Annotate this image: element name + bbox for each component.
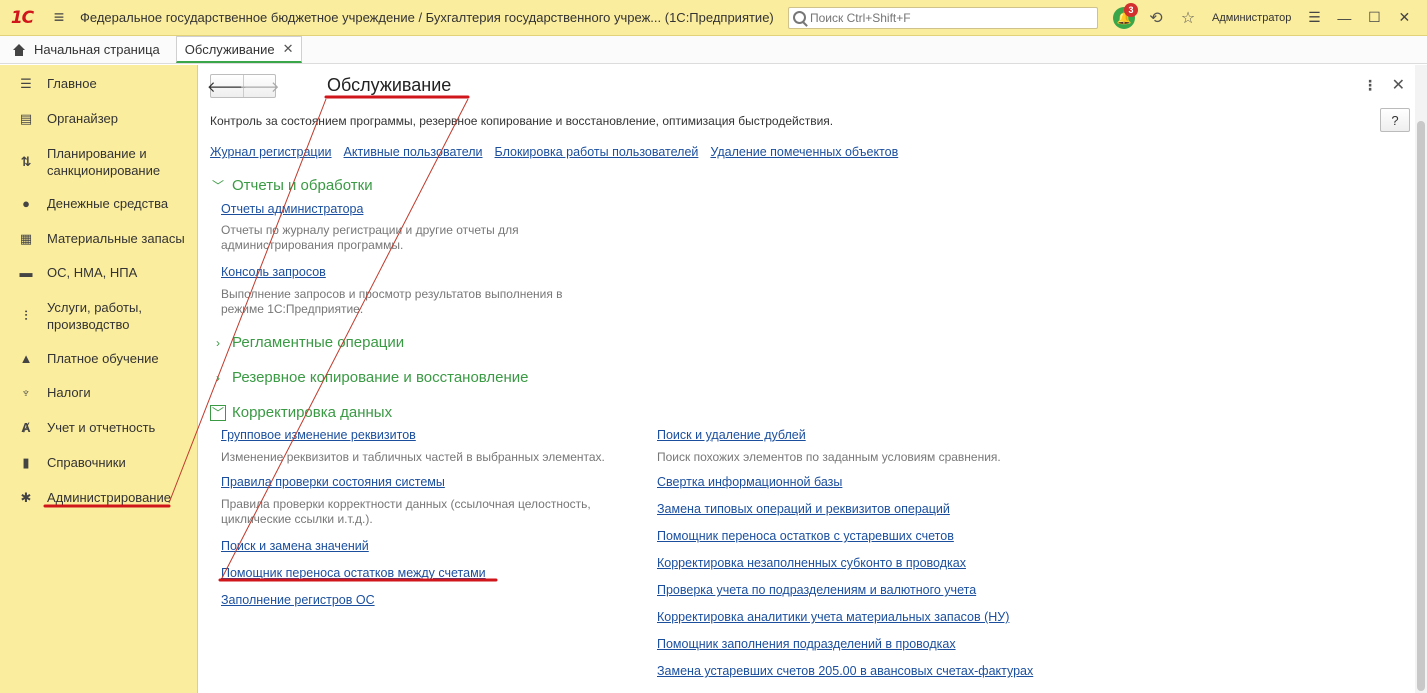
link-lock-users[interactable]: Блокировка работы пользователей <box>495 145 699 159</box>
sidebar-item-administration[interactable]: ✱ Администрирование <box>0 489 171 506</box>
link-fix-material-analytics[interactable]: Корректировка аналитики учета материальн… <box>657 610 1009 624</box>
home-icon <box>12 43 26 56</box>
notepad-icon: ▤ <box>19 110 33 126</box>
chevron-down-icon: ﹀ <box>210 404 226 421</box>
grid-icon: ▦ <box>19 230 33 246</box>
link-event-log[interactable]: Журнал регистрации <box>210 145 332 159</box>
search-input[interactable] <box>810 10 1080 25</box>
sidebar-item-organizer[interactable]: ▤ Органайзер <box>0 110 118 127</box>
link-check-rules[interactable]: Правила проверки состояния системы <box>221 475 445 489</box>
chevron-right-icon: › <box>216 335 220 350</box>
gear-icon: ✱ <box>20 489 32 505</box>
sidebar-item-main[interactable]: ☰ Главное <box>0 75 97 92</box>
link-check-departments[interactable]: Проверка учета по подразделениям и валют… <box>657 583 976 597</box>
tab-bar: Начальная страница Обслуживание ✕ <box>0 36 1427 64</box>
coin-icon: ● <box>22 196 30 211</box>
1c-logo: 1С <box>10 7 34 28</box>
forward-arrow-icon[interactable]: 🡒 <box>239 75 280 97</box>
window-title: Федеральное государственное бюджетное уч… <box>80 10 774 25</box>
settings-lines-icon[interactable]: ☰ <box>1299 0 1329 36</box>
link-query-console[interactable]: Консоль запросов <box>221 265 326 279</box>
search-icon <box>793 11 806 24</box>
favorites-star-icon[interactable]: ☆ <box>1172 0 1204 36</box>
sidebar-item-cash[interactable]: ● Денежные средства <box>0 195 168 212</box>
link-delete-marked[interactable]: Удаление помеченных объектов <box>710 145 898 159</box>
tools-icon: ⫶ <box>24 308 28 323</box>
truck-icon: ▬ <box>19 265 33 280</box>
menu-lines-icon: ☰ <box>20 75 32 91</box>
link-collapse-db[interactable]: Свертка информационной базы <box>657 475 842 489</box>
sidebar-item-paid-education[interactable]: ▲ Платное обучение <box>0 350 159 367</box>
chevron-right-icon: › <box>216 370 220 385</box>
link-fill-os-registers[interactable]: Заполнение регистров ОС <box>221 593 375 607</box>
link-admin-reports[interactable]: Отчеты администратора <box>221 202 363 216</box>
sidebar-item-fixed-assets[interactable]: ▬ ОС, НМА, НПА <box>0 264 138 281</box>
tab-label: Обслуживание <box>184 41 275 57</box>
section-routine-header[interactable]: › Регламентные операции <box>210 334 404 351</box>
hamburger-menu-icon[interactable]: ≡ <box>44 0 74 36</box>
notification-badge: 3 <box>1124 2 1138 17</box>
more-vertical-icon[interactable]: ⋮ <box>1363 77 1377 94</box>
section-backup-header[interactable]: › Резервное копирование и восстановление <box>210 369 529 386</box>
sidebar-item-accounting[interactable]: Ⱥ Учет и отчетность <box>0 419 155 436</box>
tab-maintenance[interactable]: Обслуживание ✕ <box>175 36 303 63</box>
book-icon: ▮ <box>22 454 30 470</box>
search-box[interactable] <box>788 6 1098 29</box>
vertical-scrollbar[interactable] <box>1415 65 1427 693</box>
note-query-console: Выполнение запросов и просмотр результат… <box>221 287 563 316</box>
graduation-cap-icon: ▲ <box>19 351 33 366</box>
note-check-rules: Правила проверки корректности данных (сс… <box>221 497 591 526</box>
link-replace-205[interactable]: Замена устаревших счетов 205.00 в авансо… <box>657 664 1033 678</box>
chevron-down-icon: ﹀ <box>211 179 224 193</box>
back-arrow-icon[interactable]: 🡐 <box>207 75 247 97</box>
sidebar-item-planning[interactable]: ⇅ Планирование и санкционирование <box>0 145 167 179</box>
link-active-users[interactable]: Активные пользователи <box>344 145 483 159</box>
minimize-icon[interactable]: — <box>1329 0 1359 36</box>
page-description: Контроль за состоянием программы, резерв… <box>210 114 834 128</box>
tab-close-icon[interactable]: ✕ <box>283 41 294 57</box>
notifications-button[interactable]: 🔔 3 <box>1108 0 1140 36</box>
sidebar-item-references[interactable]: ▮ Справочники <box>0 454 125 471</box>
main-panel: 🡐 🡒 Обслуживание ⋮ ✕ ? Контроль за состо… <box>199 65 1427 693</box>
link-find-duplicates[interactable]: Поиск и удаление дублей <box>657 428 806 442</box>
planning-icon: ⇅ <box>20 154 32 169</box>
page-title: Обслуживание <box>327 75 452 95</box>
link-balance-transfer[interactable]: Помощник переноса остатков между счетами <box>221 566 486 580</box>
tab-label: Начальная страница <box>34 42 160 57</box>
sidebar-item-inventory[interactable]: ▦ Материальные запасы <box>0 230 185 247</box>
accounting-icon: Ⱥ <box>21 420 31 435</box>
sidebar-item-taxes[interactable]: ♆ Налоги <box>0 384 90 401</box>
tab-home[interactable]: Начальная страница <box>6 36 168 63</box>
title-bar: 1С ≡ Федеральное государственное бюджетн… <box>0 0 1427 36</box>
navigation-arrows: 🡐 🡒 <box>207 74 280 98</box>
sidebar: ☰ Главное ▤ Органайзер ⇅ Планирование и … <box>0 65 198 693</box>
link-fix-subconto[interactable]: Корректировка незаполненных субконто в п… <box>657 556 966 570</box>
top-links: Журнал регистрации Активные пользователи… <box>210 145 910 159</box>
close-form-icon[interactable]: ✕ <box>1392 75 1405 95</box>
link-replace-operations[interactable]: Замена типовых операций и реквизитов опе… <box>657 502 950 516</box>
help-button[interactable]: ? <box>1380 108 1410 132</box>
maximize-icon[interactable]: ☐ <box>1359 0 1389 36</box>
history-icon[interactable]: ⟲ <box>1140 0 1172 36</box>
note-find-duplicates: Поиск похожих элементов по заданным усло… <box>657 450 1001 464</box>
link-transfer-old-accounts[interactable]: Помощник переноса остатков с устаревших … <box>657 529 954 543</box>
note-group-change: Изменение реквизитов и табличных частей … <box>221 450 605 464</box>
section-correction-header[interactable]: ﹀ Корректировка данных <box>210 404 392 421</box>
user-name[interactable]: Администратор <box>1212 12 1291 24</box>
note-admin-reports: Отчеты по журналу регистрации и другие о… <box>221 223 519 252</box>
eagle-icon: ♆ <box>21 385 31 400</box>
scrollbar-thumb[interactable] <box>1417 121 1425 691</box>
link-group-change[interactable]: Групповое изменение реквизитов <box>221 428 416 442</box>
close-window-icon[interactable]: ✕ <box>1389 0 1419 36</box>
sidebar-item-services[interactable]: ⫶ Услуги, работы, производство <box>0 299 157 333</box>
section-reports-header[interactable]: ﹀ Отчеты и обработки <box>210 177 373 194</box>
link-fill-departments[interactable]: Помощник заполнения подразделений в пров… <box>657 637 956 651</box>
link-find-replace[interactable]: Поиск и замена значений <box>221 539 369 553</box>
